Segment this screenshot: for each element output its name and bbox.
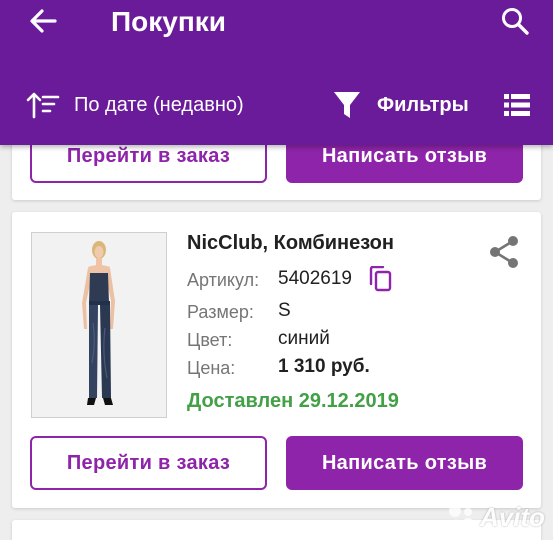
sort-icon[interactable] xyxy=(26,91,60,119)
size-value: S xyxy=(278,300,291,321)
article-value: 5402619 xyxy=(278,268,352,289)
filter-icon[interactable] xyxy=(333,90,361,120)
back-button[interactable] xyxy=(26,6,60,36)
watermark-text: Avito xyxy=(480,501,545,532)
color-label: Цвет: xyxy=(187,330,233,350)
arrow-back-icon xyxy=(30,9,57,33)
size-label: Размер: xyxy=(187,302,254,322)
article-label: Артикул: xyxy=(187,270,260,290)
write-review-button[interactable]: Написать отзыв xyxy=(286,436,523,490)
copy-icon[interactable] xyxy=(368,266,392,292)
product-photo[interactable] xyxy=(31,232,167,418)
avito-logo-icon xyxy=(449,505,474,530)
sort-selector[interactable]: По дате (недавно) xyxy=(74,93,244,117)
list-view-icon[interactable] xyxy=(504,93,530,117)
price-value: 1 310 руб. xyxy=(278,356,370,377)
go-to-order-button[interactable]: Перейти в заказ xyxy=(30,436,267,490)
price-label: Цена: xyxy=(187,358,236,378)
watermark: Avito xyxy=(446,500,550,534)
sort-filter-bar: По дате (недавно) Фильтры xyxy=(0,85,553,125)
share-icon[interactable] xyxy=(486,234,522,270)
delivery-status: Доставлен 29.12.2019 xyxy=(187,390,399,412)
filters-button[interactable]: Фильтры xyxy=(377,93,469,117)
search-button[interactable] xyxy=(498,4,532,38)
search-icon xyxy=(502,8,529,35)
color-value: синий xyxy=(278,328,330,349)
app-bar: Покупки По дате (недавно) Фильтры xyxy=(0,0,553,145)
order-card: NicClub, Комбинезон Артикул: 5402619 Раз… xyxy=(12,212,541,508)
page-title: Покупки xyxy=(111,6,226,37)
product-title[interactable]: NicClub, Комбинезон xyxy=(187,231,394,255)
